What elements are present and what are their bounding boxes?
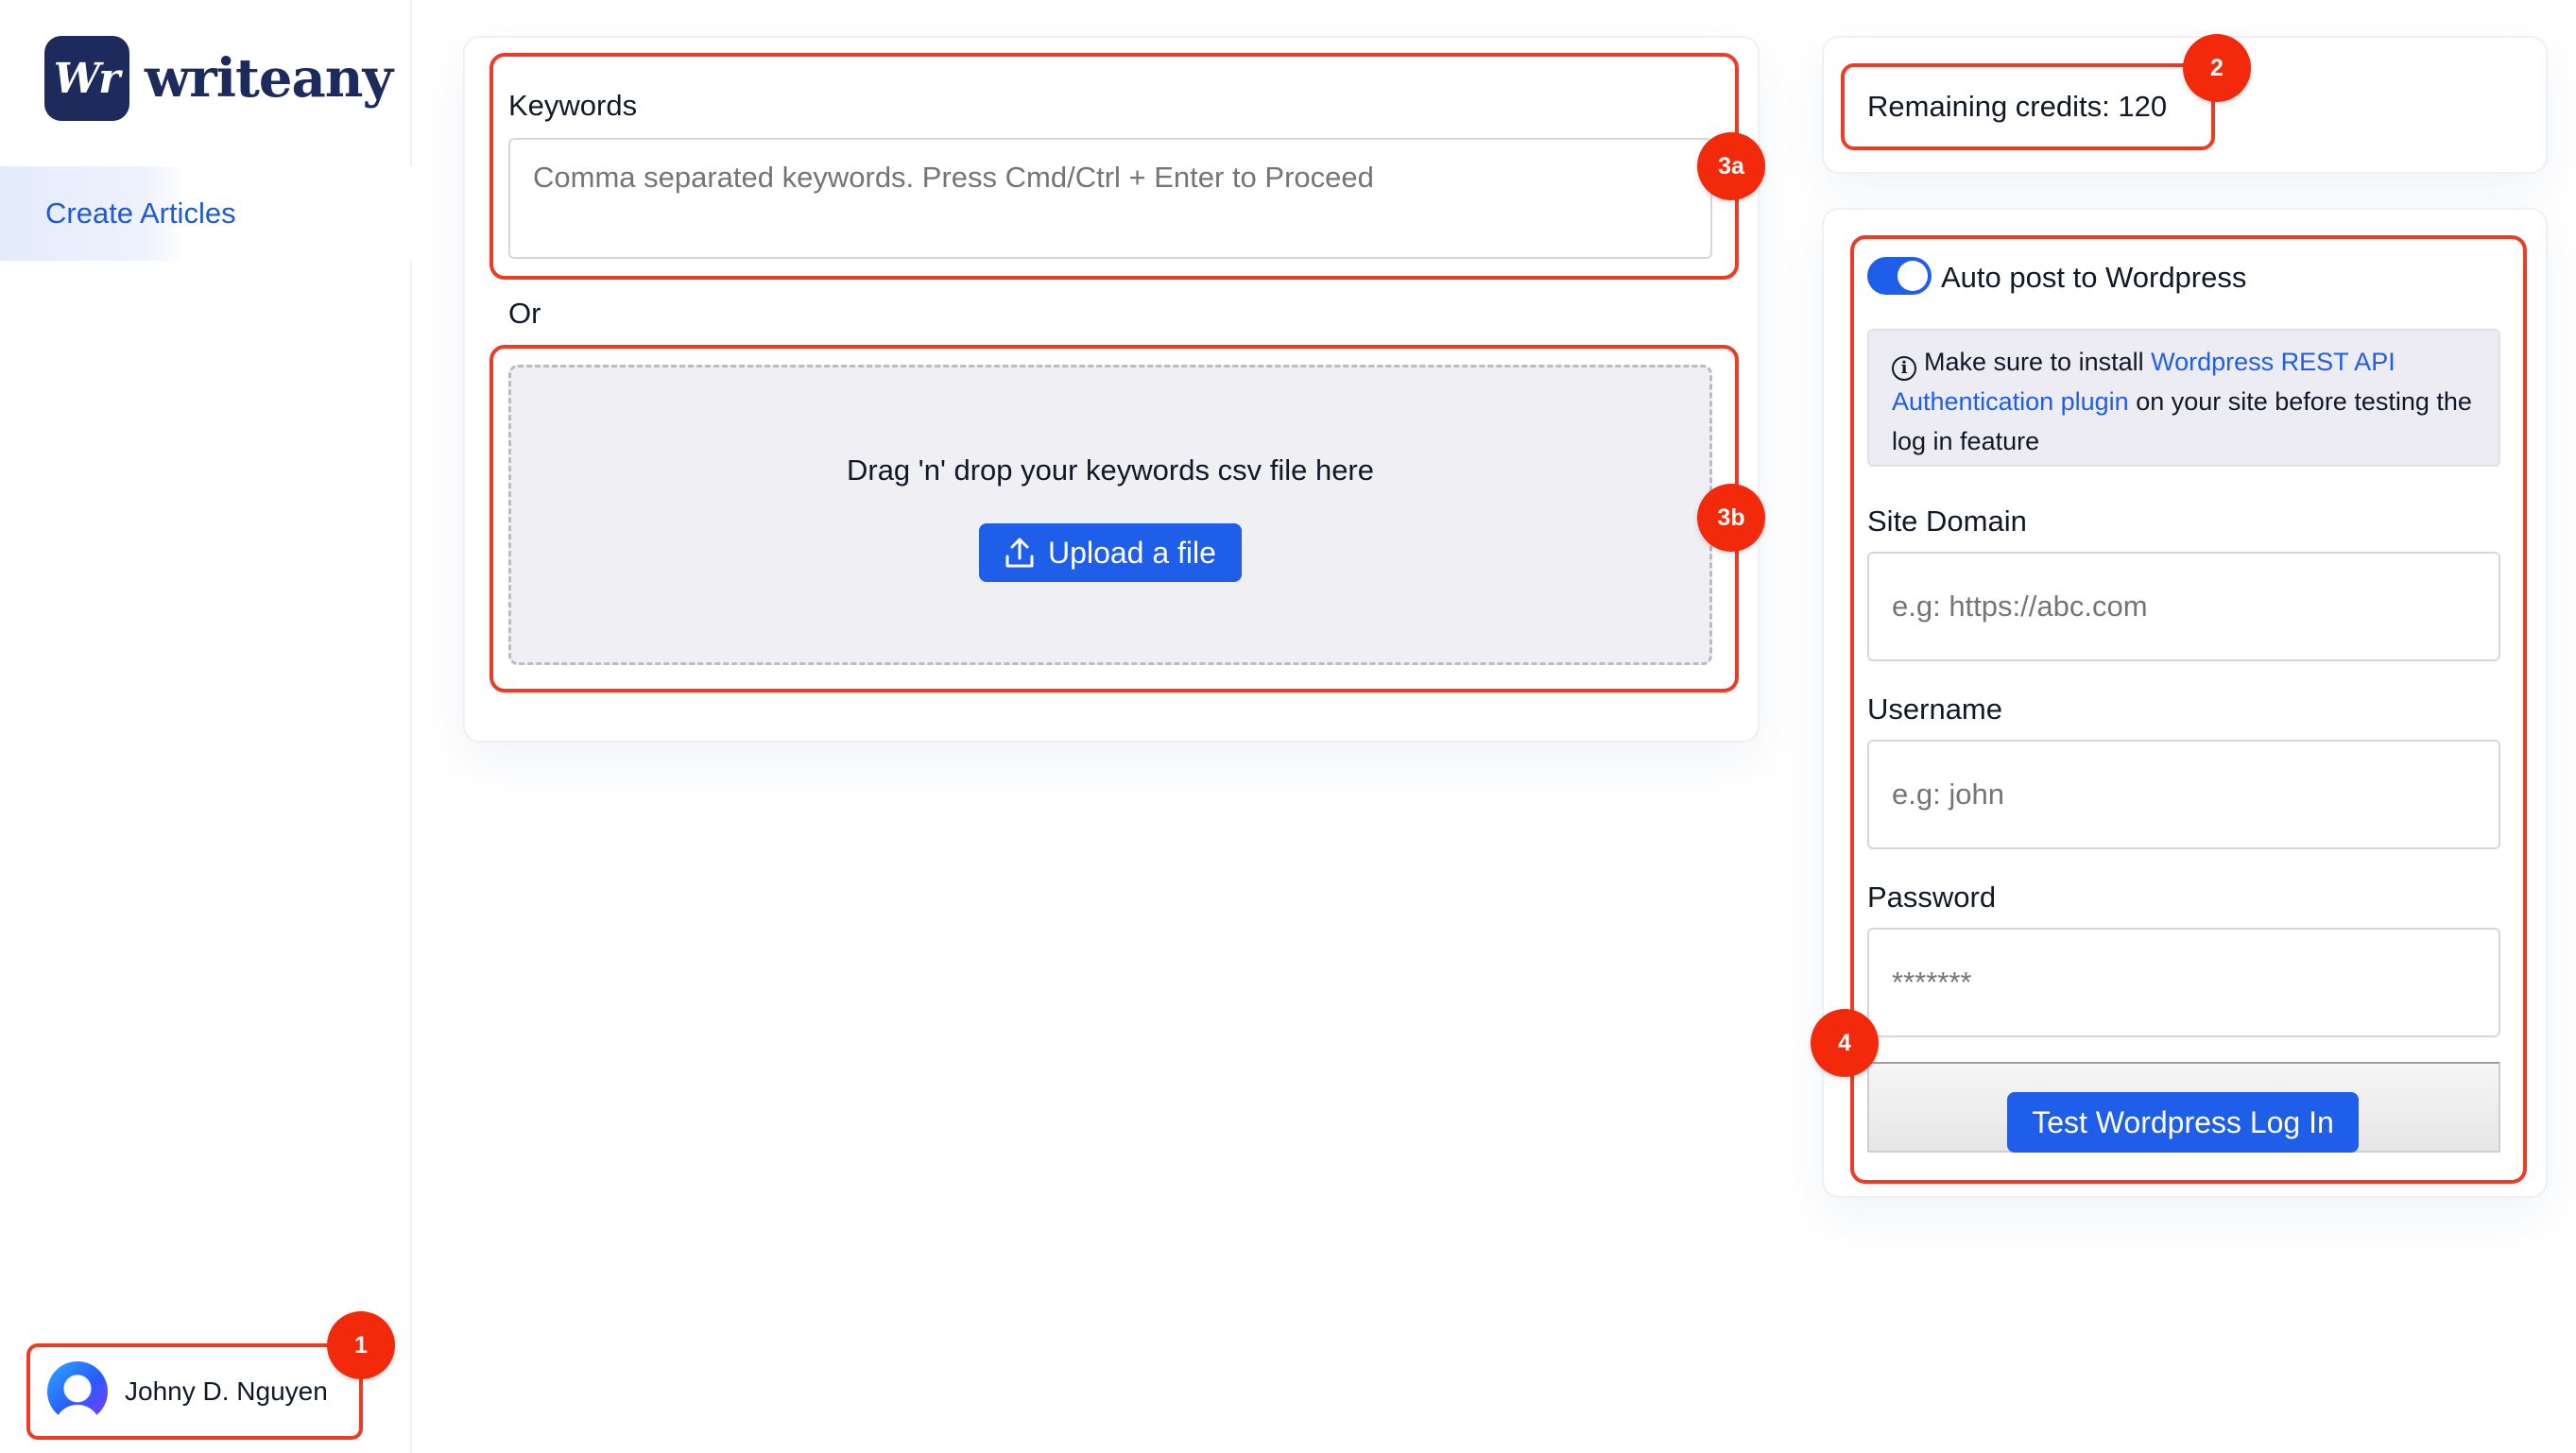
- info-notice: i Make sure to install Wordpress REST API…: [1867, 329, 2500, 467]
- auto-post-toggle[interactable]: [1867, 257, 1932, 295]
- password-label: Password: [1867, 880, 1997, 914]
- annotation-badge-4: 4: [1811, 1009, 1879, 1077]
- keywords-input[interactable]: [508, 138, 1712, 259]
- user-name: Johny D. Nguyen: [125, 1376, 328, 1406]
- site-domain-input[interactable]: [1867, 552, 2500, 661]
- avatar: [47, 1361, 108, 1422]
- toggle-knob: [1898, 261, 1928, 291]
- annotation-badge-3b: 3b: [1697, 484, 1765, 552]
- nav-item-create-articles[interactable]: Create Articles: [0, 166, 412, 261]
- user-profile-button[interactable]: Johny D. Nguyen: [26, 1343, 363, 1440]
- remaining-credits: Remaining credits: 120: [1841, 63, 2215, 150]
- logo[interactable]: Wr writeany: [44, 36, 393, 121]
- site-domain-label: Site Domain: [1867, 504, 2027, 538]
- keywords-label: Keywords: [508, 89, 638, 122]
- drop-zone-text: Drag 'n' drop your keywords csv file her…: [846, 453, 1374, 487]
- auto-post-label: Auto post to Wordpress: [1941, 261, 2247, 294]
- logo-text: writeany: [145, 47, 393, 110]
- or-label: Or: [508, 297, 541, 330]
- info-text-prefix: Make sure to install: [1924, 348, 2152, 376]
- username-label: Username: [1867, 692, 2002, 726]
- upload-file-button[interactable]: Upload a file: [979, 523, 1242, 582]
- annotation-badge-1: 1: [327, 1311, 395, 1379]
- password-input[interactable]: [1867, 928, 2500, 1037]
- sidebar: Wr writeany Create Articles: [0, 0, 412, 1453]
- test-wordpress-login-button[interactable]: Test Wordpress Log In: [2007, 1092, 2359, 1153]
- logo-mark: Wr: [44, 36, 129, 121]
- annotation-badge-2: 2: [2183, 34, 2251, 102]
- file-drop-zone[interactable]: [508, 365, 1712, 665]
- username-input[interactable]: [1867, 740, 2500, 849]
- info-icon: i: [1892, 356, 1916, 381]
- upload-button-label: Upload a file: [1048, 535, 1216, 570]
- upload-icon: [1005, 538, 1034, 568]
- annotation-badge-3a: 3a: [1697, 132, 1765, 200]
